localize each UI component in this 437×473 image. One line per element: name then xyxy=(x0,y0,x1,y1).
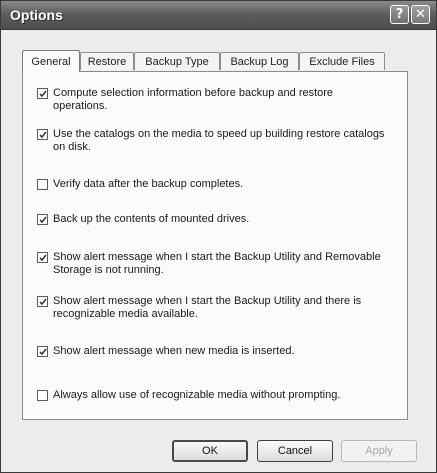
window-title: Options xyxy=(10,7,63,23)
general-tab-panel xyxy=(22,71,408,420)
checkmark-icon xyxy=(39,216,47,224)
option-label: Always allow use of recognizable media w… xyxy=(53,389,341,401)
option-label: Verify data after the backup completes. xyxy=(53,178,244,190)
ok-button[interactable]: OK xyxy=(172,440,248,462)
checkmark-icon xyxy=(39,90,47,98)
tab-label: Restore xyxy=(87,55,127,68)
apply-button: Apply xyxy=(341,440,417,462)
help-icon: ? xyxy=(395,7,404,22)
cancel-button[interactable]: Cancel xyxy=(257,440,333,462)
checkbox[interactable] xyxy=(37,390,48,401)
checkbox[interactable] xyxy=(37,129,48,140)
checkbox[interactable] xyxy=(37,252,48,263)
checkbox[interactable] xyxy=(37,214,48,225)
checkmark-icon xyxy=(39,254,47,262)
option-label: Show alert message when I start the Back… xyxy=(53,295,362,320)
tab-label: Exclude Files xyxy=(309,55,375,68)
options-dialog: Options ? ✕ General Restore Backup Type … xyxy=(0,0,437,473)
apply-button-label: Apply xyxy=(365,445,393,457)
checkbox[interactable] xyxy=(37,346,48,357)
tab-backup-log[interactable]: Backup Log xyxy=(220,52,299,70)
ok-button-label: OK xyxy=(202,445,218,457)
tab-restore[interactable]: Restore xyxy=(80,52,134,70)
checkbox[interactable] xyxy=(37,296,48,307)
help-button[interactable]: ? xyxy=(390,5,409,24)
cancel-button-label: Cancel xyxy=(277,445,313,457)
option-label: Show alert message when new media is ins… xyxy=(53,345,295,357)
checkmark-icon xyxy=(39,298,47,306)
tab-label: Backup Log xyxy=(230,55,289,68)
tab-backup-type[interactable]: Backup Type xyxy=(134,52,220,70)
tab-exclude-files[interactable]: Exclude Files xyxy=(299,52,385,70)
option-label: Show alert message when I start the Back… xyxy=(53,251,381,276)
checkbox[interactable] xyxy=(37,179,48,190)
title-bar: Options ? ✕ xyxy=(1,1,436,30)
option-label: Use the catalogs on the media to speed u… xyxy=(53,128,385,153)
tab-general[interactable]: General xyxy=(22,50,80,72)
close-icon: ✕ xyxy=(415,7,426,22)
option-label: Back up the contents of mounted drives. xyxy=(53,213,250,225)
checkmark-icon xyxy=(39,348,47,356)
tab-label: General xyxy=(31,55,71,68)
option-label: Compute selection information before bac… xyxy=(53,87,334,112)
close-button[interactable]: ✕ xyxy=(411,5,430,24)
checkbox[interactable] xyxy=(37,88,48,99)
tab-label: Backup Type xyxy=(145,55,209,68)
checkmark-icon xyxy=(39,131,47,139)
